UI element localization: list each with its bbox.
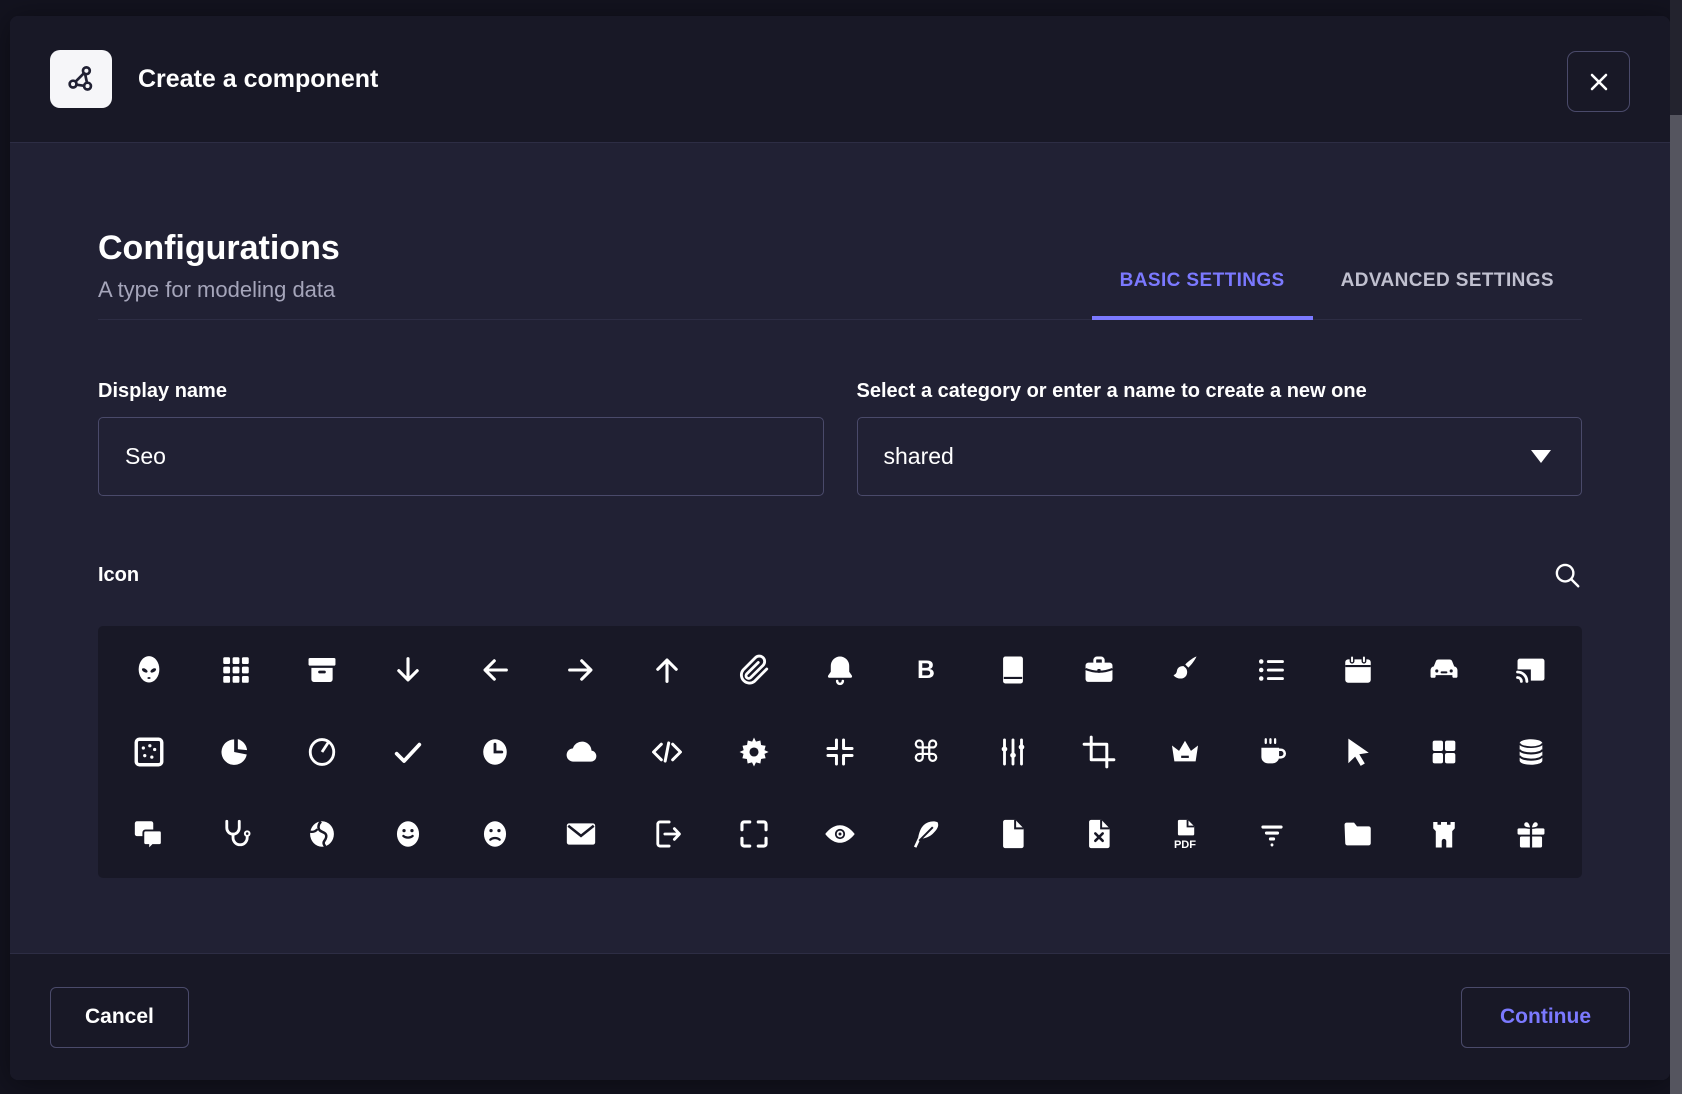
display-name-input[interactable] [98,417,824,496]
component-icon [50,50,112,108]
icon-option-gate[interactable] [1401,793,1487,875]
icon-option-alien[interactable] [106,629,192,711]
modal-body: Configurations A type for modeling data … [10,143,1670,953]
icon-option-exit[interactable] [624,793,710,875]
modal-footer: Cancel Continue [10,953,1670,1080]
svg-text:PDF: PDF [1174,839,1196,851]
icon-option-expand[interactable] [710,793,796,875]
section-subtitle: A type for modeling data [98,277,340,303]
icon-option-check[interactable] [365,711,451,793]
icon-option-file-pdf[interactable]: PDF [1142,793,1228,875]
icon-option-apps[interactable] [192,629,278,711]
icon-option-cast[interactable] [1488,629,1574,711]
icon-option-eye[interactable] [797,793,883,875]
icon-option-bullet-list[interactable] [1229,629,1315,711]
icon-option-discuss[interactable] [106,793,192,875]
icon-option-dashboard[interactable] [1401,711,1487,793]
category-select-value: shared [884,443,954,470]
icon-option-chart-bubble[interactable] [106,711,192,793]
icon-option-crown[interactable] [1142,711,1228,793]
modal-title: Create a component [138,65,378,94]
icon-option-filter[interactable] [1229,793,1315,875]
svg-text:B: B [917,657,935,684]
icon-option-faders[interactable] [970,711,1056,793]
icon-option-bell[interactable] [797,629,883,711]
icon-option-arrow-up[interactable] [624,629,710,711]
category-field: Select a category or enter a name to cre… [857,380,1583,496]
icon-option-clock[interactable] [451,711,537,793]
section-title: Configurations [98,230,340,267]
icon-grid: B ⌘ PDF [98,626,1582,878]
scrollbar-thumb[interactable] [1670,115,1682,1094]
section-head: Configurations A type for modeling data … [98,143,1582,320]
icon-option-arrow-left[interactable] [451,629,537,711]
tab-basic-settings[interactable]: BASIC SETTINGS [1092,270,1313,320]
screen: Create a component Configurations A type… [0,0,1682,1094]
icon-option-envelope[interactable] [538,793,624,875]
close-icon [1585,68,1613,96]
form-fields: Display name Select a category or enter … [98,380,1582,496]
page-scrollbar[interactable] [1670,0,1682,1094]
icon-option-code[interactable] [624,711,710,793]
icon-option-archive[interactable] [279,629,365,711]
icon-option-briefcase[interactable] [1056,629,1142,711]
icon-option-earth[interactable] [279,793,365,875]
icon-option-emotion-unhappy[interactable] [451,793,537,875]
section-heading: Configurations A type for modeling data [98,230,340,319]
icon-option-cloud[interactable] [538,711,624,793]
icon-search-button[interactable] [1552,560,1582,590]
icon-option-database[interactable] [1488,711,1574,793]
display-name-label: Display name [98,380,824,403]
icon-option-folder[interactable] [1315,793,1401,875]
icon-option-attachment[interactable] [710,629,796,711]
icon-option-cursor[interactable] [1315,711,1401,793]
icon-option-cog[interactable] [710,711,796,793]
settings-tabs: BASIC SETTINGS ADVANCED SETTINGS [1092,270,1582,319]
icon-option-command[interactable]: ⌘ [883,711,969,793]
icon-option-file[interactable] [970,793,1056,875]
icon-option-file-error[interactable] [1056,793,1142,875]
icon-option-chart-pie[interactable] [279,711,365,793]
tab-advanced-settings[interactable]: ADVANCED SETTINGS [1313,270,1582,320]
icon-option-arrow-down[interactable] [365,629,451,711]
icon-option-feather[interactable] [883,793,969,875]
icon-option-collapse[interactable] [797,711,883,793]
svg-text:⌘: ⌘ [911,735,941,769]
icon-option-cup[interactable] [1229,711,1315,793]
icon-option-chart-donut[interactable] [192,711,278,793]
search-icon [1552,560,1582,590]
icon-option-arrow-right[interactable] [538,629,624,711]
cancel-button[interactable]: Cancel [50,987,189,1048]
icon-option-emotion-happy[interactable] [365,793,451,875]
icon-option-bold[interactable]: B [883,629,969,711]
icon-option-crop[interactable] [1056,711,1142,793]
icon-option-calendar[interactable] [1315,629,1401,711]
icon-section-head: Icon [98,560,1582,590]
category-select[interactable]: shared [857,417,1583,496]
icon-section-label: Icon [98,564,139,587]
icon-option-car[interactable] [1401,629,1487,711]
icon-option-gift[interactable] [1488,793,1574,875]
modal-header: Create a component [10,16,1670,143]
icon-option-brush[interactable] [1142,629,1228,711]
close-button[interactable] [1567,51,1630,112]
category-label: Select a category or enter a name to cre… [857,380,1583,403]
continue-button[interactable]: Continue [1461,987,1630,1048]
icon-option-book[interactable] [970,629,1056,711]
icon-option-stethoscope[interactable] [192,793,278,875]
display-name-field: Display name [98,380,824,496]
chevron-down-icon [1529,449,1553,465]
create-component-modal: Create a component Configurations A type… [10,16,1670,1080]
